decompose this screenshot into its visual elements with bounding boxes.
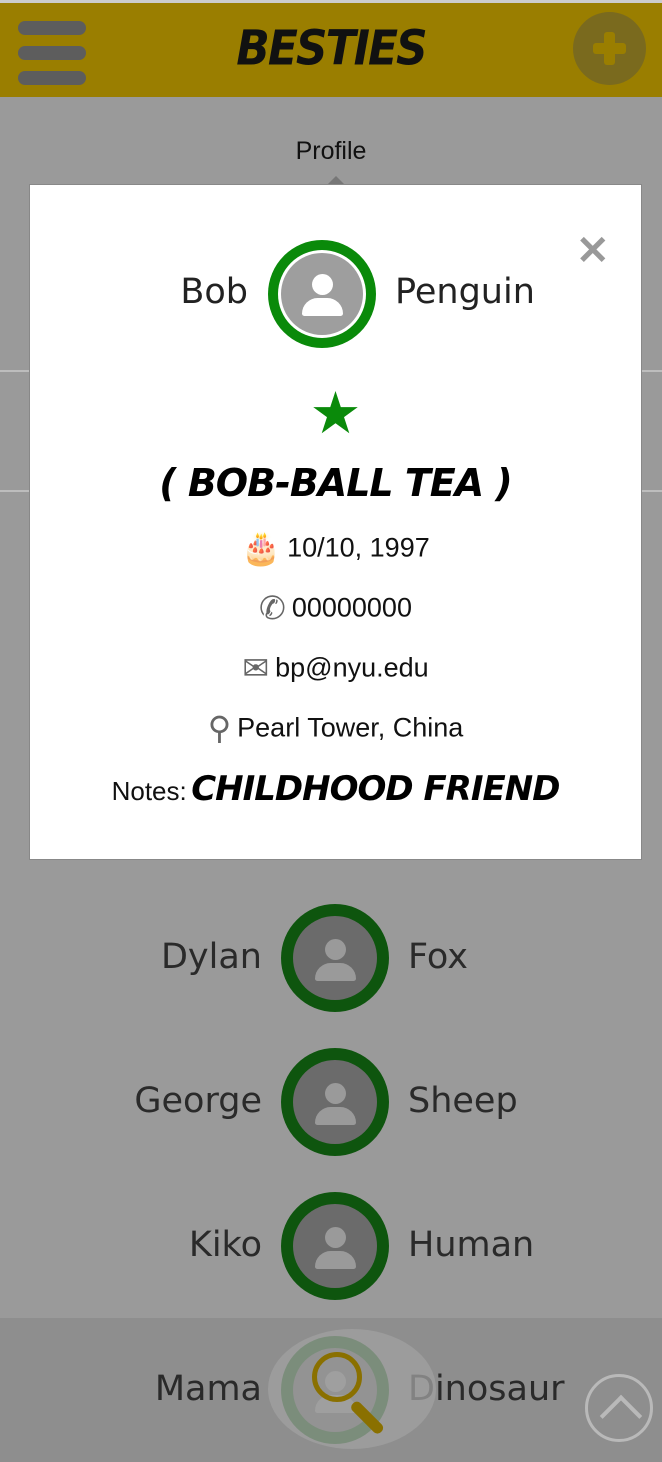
phone-icon: ✆ <box>259 590 286 626</box>
profile-phone: ✆ 00000000 <box>30 589 641 627</box>
star-icon[interactable]: ★ <box>30 385 641 443</box>
avatar[interactable] <box>281 1192 389 1300</box>
friend-first-name: George <box>134 1081 262 1121</box>
person-icon <box>293 916 377 1000</box>
add-friend-button[interactable] <box>573 12 646 85</box>
scroll-to-top-button[interactable] <box>585 1374 653 1442</box>
tab-profile[interactable]: Profile <box>0 137 662 166</box>
profile-nickname: ( BOB-BALL TEA ) <box>159 461 513 505</box>
email-text[interactable]: bp@nyu.edu <box>275 653 429 683</box>
profile-notes: Notes: CHILDHOOD FRIEND <box>30 769 641 809</box>
notes-label: Notes: <box>111 776 187 806</box>
profile-modal: ✕ Bob Penguin ★ ( BOB-BALL TEA ) 🎂 10/10,… <box>29 184 642 860</box>
location-text: Pearl Tower, China <box>237 712 464 743</box>
avatar[interactable] <box>281 1048 389 1156</box>
friend-row[interactable]: George Sheep <box>0 1048 662 1158</box>
app-title: BESTIES <box>236 20 427 77</box>
friend-first-name: Dylan <box>160 937 262 977</box>
avatar[interactable] <box>281 904 389 1012</box>
friend-row[interactable]: Dylan Fox <box>0 904 662 1014</box>
profile-last-name: Penguin <box>395 272 535 312</box>
profile-birthday: 🎂 10/10, 1997 <box>30 529 641 567</box>
close-icon[interactable]: ✕ <box>576 231 610 271</box>
person-icon <box>293 1204 377 1288</box>
person-icon <box>293 1060 377 1144</box>
phone-text[interactable]: 00000000 <box>292 593 412 623</box>
search-icon <box>312 1352 362 1402</box>
friend-last-name: Sheep <box>408 1081 518 1121</box>
person-icon <box>281 253 363 335</box>
cake-icon: 🎂 <box>241 530 282 566</box>
friend-first-name: Mama <box>154 1369 262 1409</box>
profile-email: ✉ bp@nyu.edu <box>30 649 641 687</box>
birthday-text: 10/10, 1997 <box>287 532 430 563</box>
friend-last-name: Human <box>408 1225 535 1265</box>
app-header: BESTIES <box>0 0 662 97</box>
profile-location: ⚲ Pearl Tower, China <box>30 709 641 747</box>
friend-last-name: Fox <box>408 937 468 977</box>
friend-row[interactable]: Kiko Human <box>0 1192 662 1302</box>
friend-first-name: Kiko <box>188 1225 262 1265</box>
map-pin-icon: ⚲ <box>207 710 232 746</box>
notes-text: CHILDHOOD FRIEND <box>191 769 560 809</box>
envelope-icon: ✉ <box>242 650 270 686</box>
profile-avatar <box>268 240 376 348</box>
profile-first-name: Bob <box>180 272 248 312</box>
